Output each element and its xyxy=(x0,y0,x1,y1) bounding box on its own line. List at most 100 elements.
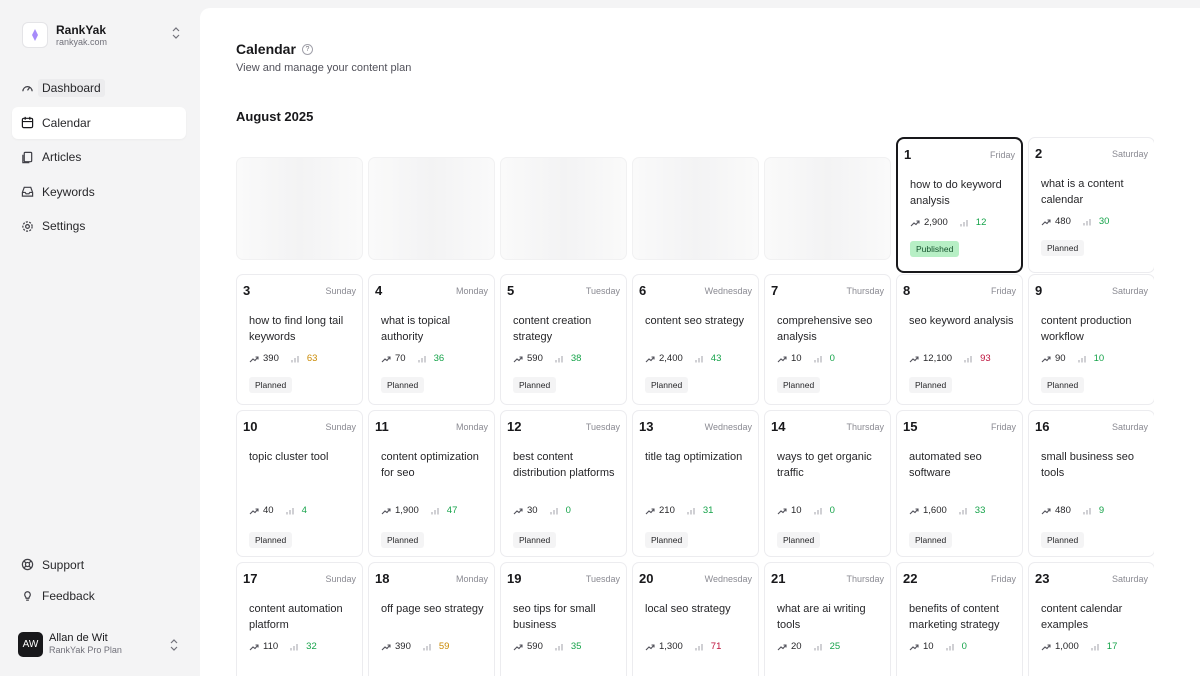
user-name: Allan de Wit xyxy=(49,632,108,644)
nav-settings[interactable]: Settings xyxy=(12,210,186,242)
keyword-stats: 10 0 xyxy=(777,505,835,516)
keyword-difficulty: 0 xyxy=(814,505,835,516)
keyword-stats: 1,300 71 xyxy=(645,641,721,652)
calendar-day-cell[interactable]: 11 Monday content optimization for seo 1,90… xyxy=(368,410,495,557)
status-badge: Planned xyxy=(249,377,293,393)
keyword-title[interactable]: seo keyword analysis xyxy=(909,313,1017,329)
search-volume: 390 xyxy=(263,353,279,364)
calendar-day-cell[interactable]: 6 Wednesday content seo strategy 2,400 43 Pla… xyxy=(632,274,759,405)
gauge-icon xyxy=(22,85,33,91)
search-volume: 12,100 xyxy=(923,353,953,364)
keyword-title[interactable]: title tag optimization xyxy=(645,449,753,465)
keyword-title[interactable]: content automation platform xyxy=(249,601,357,633)
calendar-day-cell[interactable]: 5 Tuesday content creation strategy 590 38 Pl… xyxy=(500,274,627,405)
trending-up-icon xyxy=(910,219,920,226)
calendar-day-cell[interactable]: 9 Saturday content production workflow 90 10… xyxy=(1028,274,1154,405)
keyword-title[interactable]: comprehensive seo analysis xyxy=(777,313,885,345)
keyword-title[interactable]: ways to get organic traffic xyxy=(777,449,885,481)
nav-keywords[interactable]: Keywords xyxy=(12,176,186,208)
nav-feedback[interactable]: Feedback xyxy=(12,580,186,611)
search-volume: 70 xyxy=(395,353,406,364)
calendar-day-cell[interactable]: 14 Thursday ways to get organic traffic 10 0… xyxy=(764,410,891,557)
keyword-title[interactable]: off page seo strategy xyxy=(381,601,489,617)
keyword-difficulty: 0 xyxy=(946,641,967,652)
search-volume: 1,300 xyxy=(659,641,683,652)
status-badge: Planned xyxy=(777,377,821,393)
status-badge: Planned xyxy=(1041,240,1085,256)
calendar-day-cell[interactable]: 13 Wednesday title tag optimization 210 31 Pl… xyxy=(632,410,759,557)
keyword-title[interactable]: local seo strategy xyxy=(645,601,753,617)
calendar-day-cell[interactable]: 20 Wednesday local seo strategy 1,300 71 xyxy=(632,562,759,676)
page-subtitle: View and manage your content plan xyxy=(236,62,412,74)
keyword-title[interactable]: what is topical authority xyxy=(381,313,489,345)
calendar-day-cell[interactable]: 2 Saturday what is a content calendar 480 30… xyxy=(1028,137,1154,273)
difficulty-value: 47 xyxy=(446,505,458,516)
keyword-title[interactable]: content production workflow xyxy=(1041,313,1149,345)
trending-up-icon xyxy=(909,355,919,362)
calendar-day-cell[interactable]: 4 Monday what is topical authority 70 36 Plan… xyxy=(368,274,495,405)
day-number: 6 xyxy=(639,283,647,298)
calendar-day-cell[interactable]: 16 Saturday small business seo tools 480 9 Pl… xyxy=(1028,410,1154,557)
keyword-title[interactable]: content calendar examples xyxy=(1041,601,1149,633)
calendar-day-cell[interactable]: 3 Sunday how to find long tail keywords 390… xyxy=(236,274,363,405)
search-volume: 10 xyxy=(791,505,802,516)
calendar-day-cell[interactable]: 22 Friday benefits of content marketing st… xyxy=(896,562,1023,676)
help-icon[interactable]: ? xyxy=(301,43,313,55)
keyword-title[interactable]: content optimization for seo xyxy=(381,449,489,481)
keyword-title[interactable]: automated seo software xyxy=(909,449,1017,481)
calendar-day-cell[interactable]: 15 Friday automated seo software 1,600 33 Pla… xyxy=(896,410,1023,557)
difficulty-value: 30 xyxy=(1098,216,1110,227)
day-number: 3 xyxy=(243,283,251,298)
keyword-title[interactable]: small business seo tools xyxy=(1041,449,1149,481)
keyword-difficulty: 0 xyxy=(814,353,835,364)
calendar-day-cell[interactable]: 19 Tuesday seo tips for small business 590 3… xyxy=(500,562,627,676)
day-name: Monday xyxy=(455,422,488,432)
calendar-day-cell[interactable]: 10 Sunday topic cluster tool 40 4 Planned xyxy=(236,410,363,557)
keyword-title[interactable]: how to find long tail keywords xyxy=(249,313,357,345)
day-name: Friday xyxy=(989,150,1015,160)
nav-dashboard[interactable]: Dashboard xyxy=(12,72,186,104)
calendar-day-cell[interactable]: 1 Friday how to do keyword analysis 2,900 12… xyxy=(896,137,1023,273)
search-volume: 390 xyxy=(395,641,411,652)
keyword-title[interactable]: how to do keyword analysis xyxy=(910,177,1018,209)
day-number: 14 xyxy=(771,419,786,434)
keyword-title[interactable]: best content distribution platforms xyxy=(513,449,621,481)
keyword-title[interactable]: what are ai writing tools xyxy=(777,601,885,633)
calendar-day-cell[interactable]: 8 Friday seo keyword analysis 12,100 93 Plann… xyxy=(896,274,1023,405)
trending-up-icon xyxy=(1041,643,1051,650)
calendar-day-cell[interactable]: 7 Thursday comprehensive seo analysis 10 0 Pl… xyxy=(764,274,891,405)
calendar-day-cell[interactable]: 18 Monday off page seo strategy 390 59 xyxy=(368,562,495,676)
trending-up-icon xyxy=(381,643,391,650)
keyword-stats: 90 10 xyxy=(1041,353,1104,364)
nav-calendar[interactable]: Calendar xyxy=(12,106,186,139)
day-name: Saturday xyxy=(1111,286,1148,296)
keyword-title[interactable]: what is a content calendar xyxy=(1041,176,1149,208)
workspace-switcher[interactable]: RankYak rankyak.com xyxy=(22,18,188,52)
nav-articles[interactable]: Articles xyxy=(12,141,186,173)
day-number: 5 xyxy=(507,283,515,298)
difficulty-value: 63 xyxy=(306,353,318,364)
keyword-title[interactable]: topic cluster tool xyxy=(249,449,357,465)
sidebar: RankYak rankyak.com Dashboard Calendar A… xyxy=(0,0,200,676)
keyword-title[interactable]: benefits of content marketing strategy xyxy=(909,601,1017,633)
user-menu[interactable]: AW Allan de Wit RankYak Pro Plan xyxy=(18,630,184,658)
keyword-title[interactable]: content seo strategy xyxy=(645,313,753,329)
keyword-difficulty: 63 xyxy=(291,353,318,364)
bar-chart-icon xyxy=(555,355,563,362)
calendar-day-cell[interactable]: 12 Tuesday best content distribution platf… xyxy=(500,410,627,557)
calendar-day-cell[interactable]: 21 Thursday what are ai writing tools 20 25 xyxy=(764,562,891,676)
keyword-title[interactable]: seo tips for small business xyxy=(513,601,621,633)
bar-chart-icon xyxy=(814,507,822,514)
page-title: Calendar ? xyxy=(236,41,313,57)
search-volume: 210 xyxy=(659,505,675,516)
calendar-day-cell[interactable]: 23 Saturday content calendar examples 1,000… xyxy=(1028,562,1154,676)
nav-support[interactable]: Support xyxy=(12,549,186,580)
calendar-day-cell[interactable]: 17 Sunday content automation platform 110 32 xyxy=(236,562,363,676)
keyword-difficulty: 33 xyxy=(959,505,985,516)
keyword-difficulty: 32 xyxy=(290,641,317,652)
keyword-title[interactable]: content creation strategy xyxy=(513,313,621,345)
difficulty-value: 71 xyxy=(710,641,722,652)
nav-keywords-label: Keywords xyxy=(42,184,95,199)
bar-chart-icon xyxy=(431,507,439,514)
trending-up-icon xyxy=(1041,218,1051,225)
